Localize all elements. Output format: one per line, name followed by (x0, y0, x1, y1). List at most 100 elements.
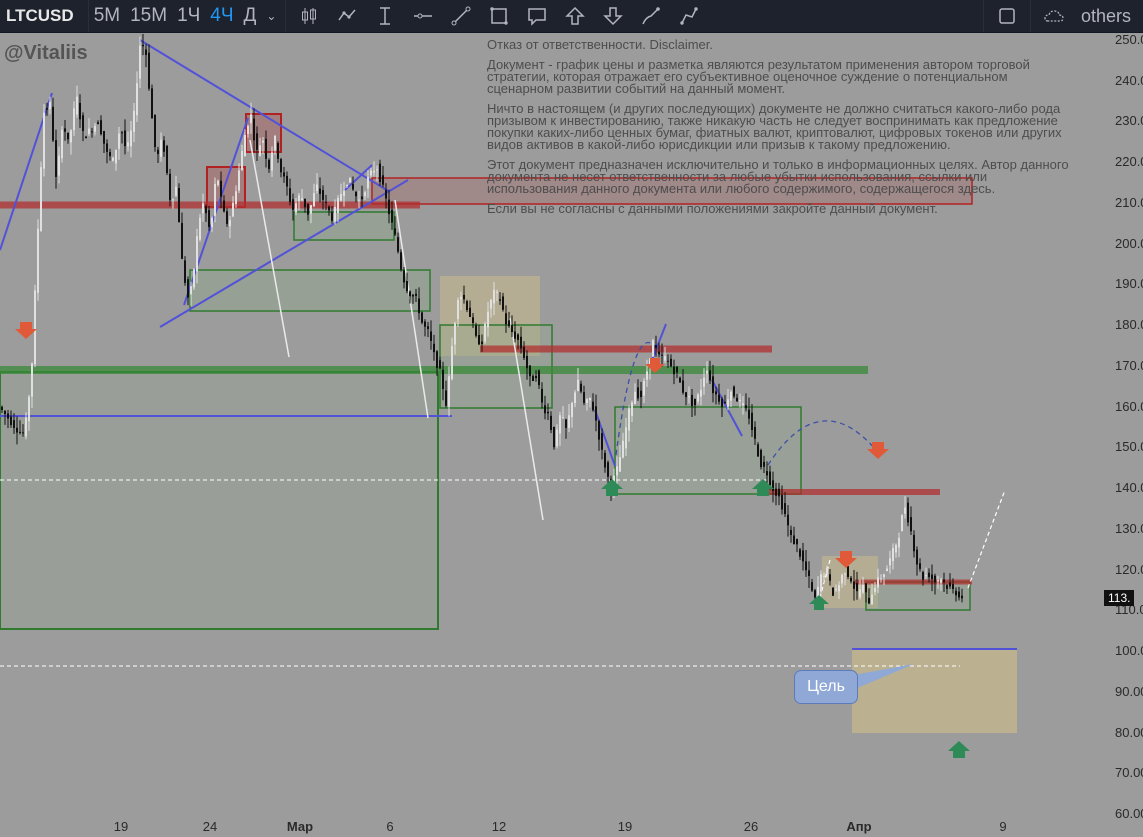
interval-15m[interactable]: 15М (125, 0, 172, 32)
fullscreen-square-icon[interactable] (988, 0, 1026, 32)
candle-body (523, 346, 525, 358)
candle-body (163, 140, 165, 152)
layout-name[interactable]: others (1081, 6, 1131, 27)
candle-body (184, 260, 186, 283)
rectangle-icon[interactable] (480, 0, 518, 32)
candle-body (949, 582, 951, 587)
interval-1d[interactable]: Д (239, 0, 262, 32)
brush-icon[interactable] (632, 0, 670, 32)
candle-body (508, 320, 510, 327)
candle-body (589, 397, 591, 401)
price-tick: 90.00 (1115, 684, 1143, 699)
candle-body (823, 575, 825, 577)
arrow-down-icon[interactable] (594, 0, 632, 32)
interval-4h[interactable]: 4Ч (205, 0, 238, 32)
price-axis[interactable]: 250.0 240.0 230.0 220.0 210.0 200.0 190.… (1110, 32, 1143, 827)
candle-body (7, 413, 9, 419)
candle-body (514, 331, 516, 339)
candle-body (736, 397, 738, 402)
candle-body (895, 544, 897, 553)
candle-body (922, 572, 924, 580)
indicators-icon[interactable] (328, 0, 366, 32)
candle-body (751, 412, 753, 431)
interval-dropdown-icon[interactable]: ⌄ (261, 0, 281, 32)
candle-body (700, 389, 702, 397)
candle-body (112, 157, 114, 161)
candle-body (904, 507, 906, 514)
candle-body (634, 391, 636, 405)
top-toolbar: LTCUSD 5М 15М 1Ч 4Ч Д ⌄ others (0, 0, 1143, 33)
price-tick: 120.0 (1115, 562, 1143, 577)
candle-body (478, 335, 480, 345)
candle-body (349, 177, 351, 183)
candle-body (847, 566, 849, 577)
candle-body (310, 205, 312, 214)
candle-body (160, 139, 162, 157)
candle-body (853, 581, 855, 589)
time-tick: 19 (113, 819, 129, 834)
candle-body (211, 217, 213, 228)
candle-body (391, 209, 393, 223)
candle-body (187, 279, 189, 298)
candle-body (466, 301, 468, 310)
callout-icon[interactable] (518, 0, 556, 32)
candle-body (298, 195, 300, 201)
cursor-icon[interactable] (366, 0, 404, 32)
candle-body (136, 83, 138, 116)
horizontal-line-icon[interactable] (404, 0, 442, 32)
interval-1h[interactable]: 1Ч (172, 0, 205, 32)
cloud-icon[interactable] (1035, 0, 1073, 32)
trend-line-icon[interactable] (442, 0, 480, 32)
candle-body (25, 417, 27, 437)
candle-body (451, 346, 453, 380)
time-axis[interactable]: 19 24 Мар 6 12 19 26 Апр 9 (0, 817, 1110, 837)
candle-body (457, 300, 459, 320)
candle-body (805, 561, 807, 571)
candle-body (568, 415, 570, 428)
path-icon[interactable] (670, 0, 708, 32)
candle-body (916, 549, 918, 565)
candle-body (856, 583, 858, 592)
candle-body (796, 539, 798, 545)
candle-body (373, 170, 375, 173)
candles-icon[interactable] (290, 0, 328, 32)
candle-body (487, 311, 489, 328)
price-tick: 190.0 (1115, 276, 1143, 291)
price-tick: 230.0 (1115, 113, 1143, 128)
price-tick: 70.00 (1115, 765, 1143, 780)
candle-body (124, 130, 126, 147)
candle-body (55, 140, 57, 177)
candle-body (97, 122, 99, 125)
candle-body (118, 133, 120, 149)
candle-body (622, 440, 624, 458)
candle-body (802, 550, 804, 562)
candle-body (553, 426, 555, 448)
candle-body (397, 237, 399, 252)
candle-body (193, 269, 195, 288)
candle-body (85, 136, 87, 139)
candle-body (499, 299, 501, 301)
candle-body (256, 133, 258, 150)
time-tick: 12 (491, 819, 507, 834)
candle-body (121, 132, 123, 134)
candle-body (757, 444, 759, 457)
candle-body (166, 145, 168, 174)
time-tick: Мар (286, 819, 314, 834)
candle-body (196, 236, 198, 272)
candle-body (934, 575, 936, 583)
price-tick: 150.0 (1115, 439, 1143, 454)
candle-body (892, 547, 894, 562)
candle-body (844, 573, 846, 575)
candle-body (529, 365, 531, 377)
candle-body (547, 411, 549, 414)
candle-body (748, 409, 750, 419)
candle-body (229, 220, 231, 227)
candle-body (13, 420, 15, 428)
arrow-up-icon[interactable] (556, 0, 594, 32)
candle-body (355, 191, 357, 197)
symbol-search[interactable]: LTCUSD (0, 0, 89, 32)
candle-body (790, 529, 792, 535)
candle-body (961, 595, 963, 599)
interval-5m[interactable]: 5М (89, 0, 125, 32)
target-callout[interactable]: Цель (794, 670, 858, 704)
